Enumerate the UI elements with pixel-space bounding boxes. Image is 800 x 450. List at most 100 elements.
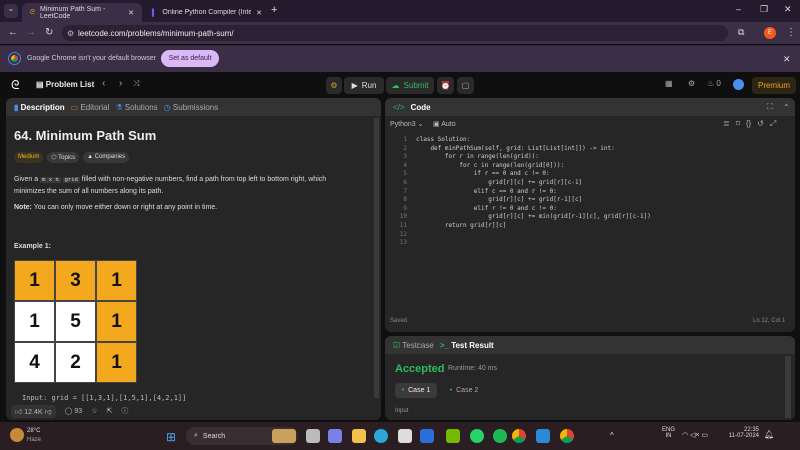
thumbs-down-icon[interactable]: 👎︎ — [45, 409, 52, 416]
clock[interactable]: 22:35 11-07-2024 — [725, 427, 759, 439]
chrome-active-icon[interactable] — [560, 429, 574, 443]
topics-badge[interactable]: ⬡ Topics — [47, 152, 80, 163]
shuffle-icon[interactable]: ⤨ — [133, 79, 139, 89]
code-lines[interactable]: class Solution: def minPathSum(self, gri… — [407, 136, 651, 316]
extensions-icon[interactable]: ⧉ — [738, 27, 744, 38]
code-line[interactable]: def minPathSum(self, grid: List[List[int… — [416, 145, 651, 154]
profile-avatar[interactable]: E — [764, 27, 776, 39]
weather-icon[interactable] — [10, 428, 24, 442]
reload-icon[interactable]: ↻ — [45, 27, 53, 38]
debug-button[interactable]: ⚙ — [326, 77, 342, 94]
teams-icon[interactable] — [328, 429, 342, 443]
file-explorer-icon[interactable] — [352, 429, 366, 443]
url-bar[interactable]: ⚙ leetcode.com/problems/minimum-path-sum/ — [62, 25, 728, 41]
store-icon[interactable] — [398, 429, 412, 443]
new-tab-button[interactable]: + — [271, 4, 277, 16]
comments-button[interactable]: ◯ 93 — [65, 407, 83, 415]
system-tray-chevron[interactable]: ^ — [610, 431, 614, 440]
tab-submissions[interactable]: ◷ Submissions — [164, 103, 219, 112]
favorite-star-icon[interactable]: ☆ — [91, 407, 97, 415]
code-line[interactable]: return grid[r][c] — [416, 222, 651, 231]
submit-button[interactable]: ☁ Submit — [386, 77, 434, 94]
minimize-button[interactable]: – — [736, 4, 741, 14]
chrome-icon[interactable] — [512, 429, 526, 443]
site-info-icon[interactable]: ⚙ — [67, 29, 74, 38]
tab-search-button[interactable]: ⌄ — [4, 4, 18, 18]
set-as-default-button[interactable]: Set as default — [161, 50, 219, 67]
problem-statement: Given a m x n grid filled with non-negat… — [14, 174, 354, 197]
task-view-icon[interactable] — [306, 429, 320, 443]
timer-button[interactable]: ⏰ — [437, 77, 454, 94]
companies-badge[interactable]: ▲ Companies — [83, 152, 130, 163]
app-l-icon[interactable] — [420, 429, 434, 443]
premium-button[interactable]: Premium — [752, 77, 796, 94]
help-icon[interactable]: ⓘ — [121, 406, 128, 416]
maximize-icon[interactable]: ⛶ — [767, 102, 773, 112]
browser-tab-leetcode[interactable]: ᘓ Minimum Path Sum - LeetCode ✕ — [22, 3, 142, 22]
result-scrollbar[interactable] — [785, 356, 791, 418]
whatsapp-icon[interactable] — [470, 429, 484, 443]
close-tab-icon[interactable]: ✕ — [128, 9, 134, 17]
reset-icon[interactable]: ↺ — [757, 119, 764, 129]
code-line[interactable]: grid[r][c] += grid[r][c-1] — [416, 179, 651, 188]
code-line[interactable]: for c in range(len(grid[0])): — [416, 162, 651, 171]
comment-icon: ◯ — [64, 408, 75, 415]
like-button[interactable]: 👍︎ 12.4K 👎︎ — [11, 404, 56, 418]
settings-icon[interactable]: ⚙ — [688, 79, 695, 88]
code-line[interactable] — [416, 231, 651, 240]
code-line[interactable]: grid[r][c] += grid[r-1][c] — [416, 196, 651, 205]
tab-editorial[interactable]: ▭ Editorial — [71, 103, 110, 112]
next-problem-icon[interactable]: › — [119, 78, 122, 89]
menu-icon[interactable]: ⋮ — [786, 27, 796, 38]
chrome-logo-icon — [8, 52, 21, 65]
code-line[interactable] — [416, 239, 651, 248]
tab-description[interactable]: ▮ Description — [14, 103, 65, 112]
notes-button[interactable]: ▢ — [457, 77, 474, 94]
panel-scrollbar[interactable] — [374, 118, 379, 398]
collapse-icon[interactable]: ⌃ — [783, 103, 790, 112]
tab-testcase[interactable]: ☑ Testcase — [393, 341, 434, 350]
code-line[interactable]: class Solution: — [416, 136, 651, 145]
close-infobar-icon[interactable]: ✕ — [783, 54, 791, 65]
code-line[interactable]: elif r != 0 and c != 0: — [416, 205, 651, 214]
leetcode-logo-icon[interactable]: ᘓ — [11, 78, 19, 93]
user-avatar[interactable] — [733, 79, 744, 90]
autocomplete-toggle[interactable]: ▣ Auto — [433, 120, 456, 128]
language-select[interactable]: Python3 ⌄ — [390, 120, 424, 128]
forward-icon[interactable]: → — [26, 27, 36, 38]
start-button[interactable]: ⊞ — [166, 430, 176, 444]
language-indicator[interactable]: ENG IN — [662, 427, 675, 439]
streak-counter[interactable]: ♨ 0 — [707, 79, 721, 88]
edge-icon[interactable] — [374, 429, 388, 443]
code-line[interactable]: if r == 0 and c != 0: — [416, 170, 651, 179]
format-icon[interactable]: ≣ — [723, 119, 730, 129]
prev-problem-icon[interactable]: ‹ — [102, 78, 105, 89]
close-tab-icon[interactable]: ✕ — [256, 9, 262, 17]
tab-solutions[interactable]: ⚗ Solutions — [115, 103, 157, 112]
notification-bell-icon[interactable]: 🔔︎ — [764, 430, 774, 439]
difficulty-badge[interactable]: Medium — [14, 152, 44, 163]
code-line[interactable]: for r in range(len(grid)): — [416, 153, 651, 162]
back-icon[interactable]: ← — [8, 27, 18, 38]
case-2-tab[interactable]: • Case 2 — [443, 383, 485, 398]
vscode-icon[interactable] — [536, 429, 550, 443]
fullscreen-icon[interactable]: ⤢ — [770, 119, 776, 129]
spotify-icon[interactable] — [493, 429, 507, 443]
nvidia-icon[interactable] — [446, 429, 460, 443]
bookmark-icon[interactable]: ⌑ — [736, 119, 740, 129]
layout-icon[interactable]: ▦ — [665, 79, 673, 88]
code-line[interactable]: grid[r][c] += min(grid[r-1][c], grid[r][… — [416, 213, 651, 222]
widgets-icon[interactable] — [272, 429, 296, 443]
wifi-icon[interactable]: ◠ ◁× ▭ — [682, 431, 708, 439]
code-editor[interactable]: 1 2 3 4 5 6 7 8 9 10 11 12 13 class Solution: def mi… — [385, 136, 795, 316]
problem-list-button[interactable]: ▤ Problem List — [36, 80, 94, 89]
share-icon[interactable]: ⇱ — [106, 407, 112, 415]
case-1-tab[interactable]: • Case 1 — [395, 383, 437, 398]
tab-test-result[interactable]: >_ Test Result — [440, 341, 494, 350]
run-button[interactable]: ▶ Run — [344, 77, 384, 94]
restore-button[interactable]: ❐ — [760, 4, 768, 15]
braces-icon[interactable]: {} — [746, 119, 751, 129]
code-line[interactable]: elif c == 0 and r != 0: — [416, 188, 651, 197]
browser-tab-python[interactable]: ▍ Online Python Compiler (Interp ✕ — [144, 3, 270, 22]
close-window-button[interactable]: ✕ — [784, 4, 792, 15]
